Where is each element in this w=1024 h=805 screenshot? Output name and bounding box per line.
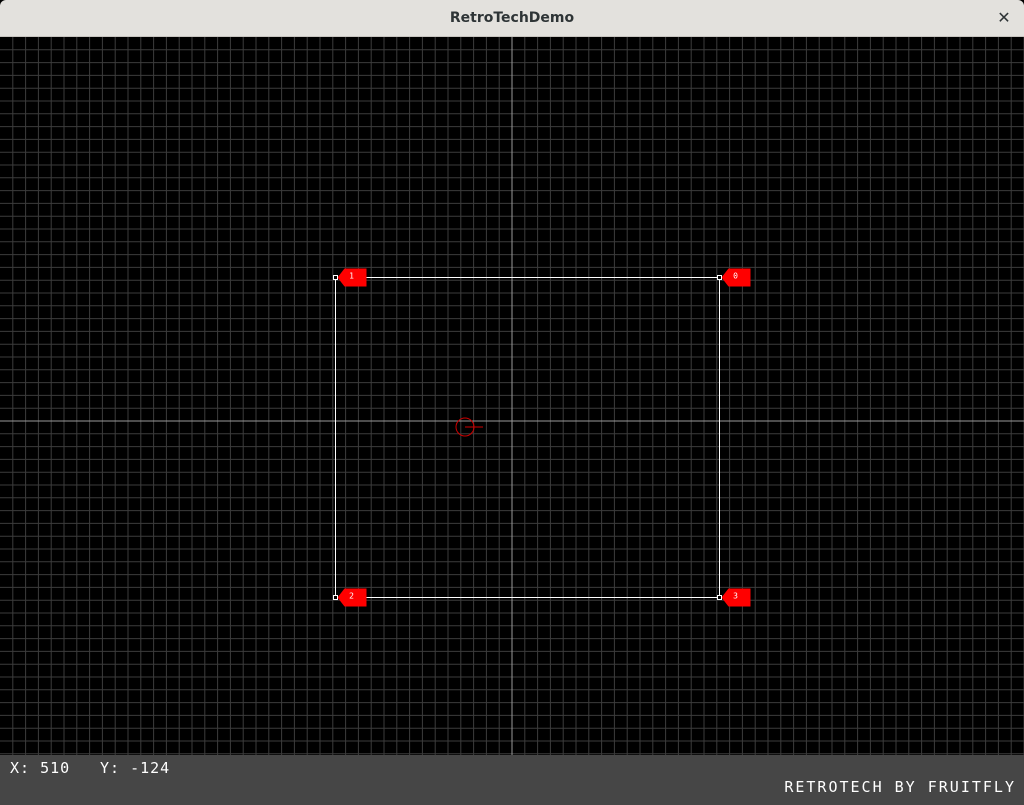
vertex-label: 2 xyxy=(349,592,354,601)
vertex-handle[interactable] xyxy=(717,595,722,600)
x-coordinate: X: 510 xyxy=(10,759,70,777)
x-label: X: xyxy=(10,759,31,777)
vertex-label: 3 xyxy=(733,592,738,601)
close-icon: ✕ xyxy=(997,8,1011,27)
vertex-marker[interactable]: 1 xyxy=(333,268,367,287)
credit-text: RETROTECH BY FRUITFLY xyxy=(784,778,1016,796)
vertex-label: 1 xyxy=(349,272,354,281)
vertex-label: 0 xyxy=(733,272,738,281)
vertex-marker[interactable]: 2 xyxy=(333,588,367,607)
editor-viewport[interactable]: 1 0 2 3 xyxy=(0,37,1024,755)
vertex-handle[interactable] xyxy=(333,275,338,280)
x-value: 510 xyxy=(40,759,71,777)
vertex-markers: 1 0 2 3 xyxy=(333,268,751,607)
title-bar[interactable]: RetroTechDemo ✕ xyxy=(0,0,1024,37)
app-window: RetroTechDemo ✕ 1 0 2 3 X: 510 Y: -124 RETR… xyxy=(0,0,1024,805)
close-button[interactable]: ✕ xyxy=(994,8,1014,28)
vertex-handle[interactable] xyxy=(333,595,338,600)
vertex-handle[interactable] xyxy=(717,275,722,280)
editor-canvas[interactable]: 1 0 2 3 xyxy=(0,37,1024,755)
vertex-marker[interactable]: 3 xyxy=(717,588,751,607)
y-coordinate: Y: -124 xyxy=(100,759,170,777)
vertex-marker[interactable]: 0 xyxy=(717,268,751,287)
window-title: RetroTechDemo xyxy=(449,10,575,26)
y-value: -124 xyxy=(130,759,171,777)
status-bar: X: 510 Y: -124 RETROTECH BY FRUITFLY xyxy=(0,755,1024,805)
y-label: Y: xyxy=(100,759,121,777)
